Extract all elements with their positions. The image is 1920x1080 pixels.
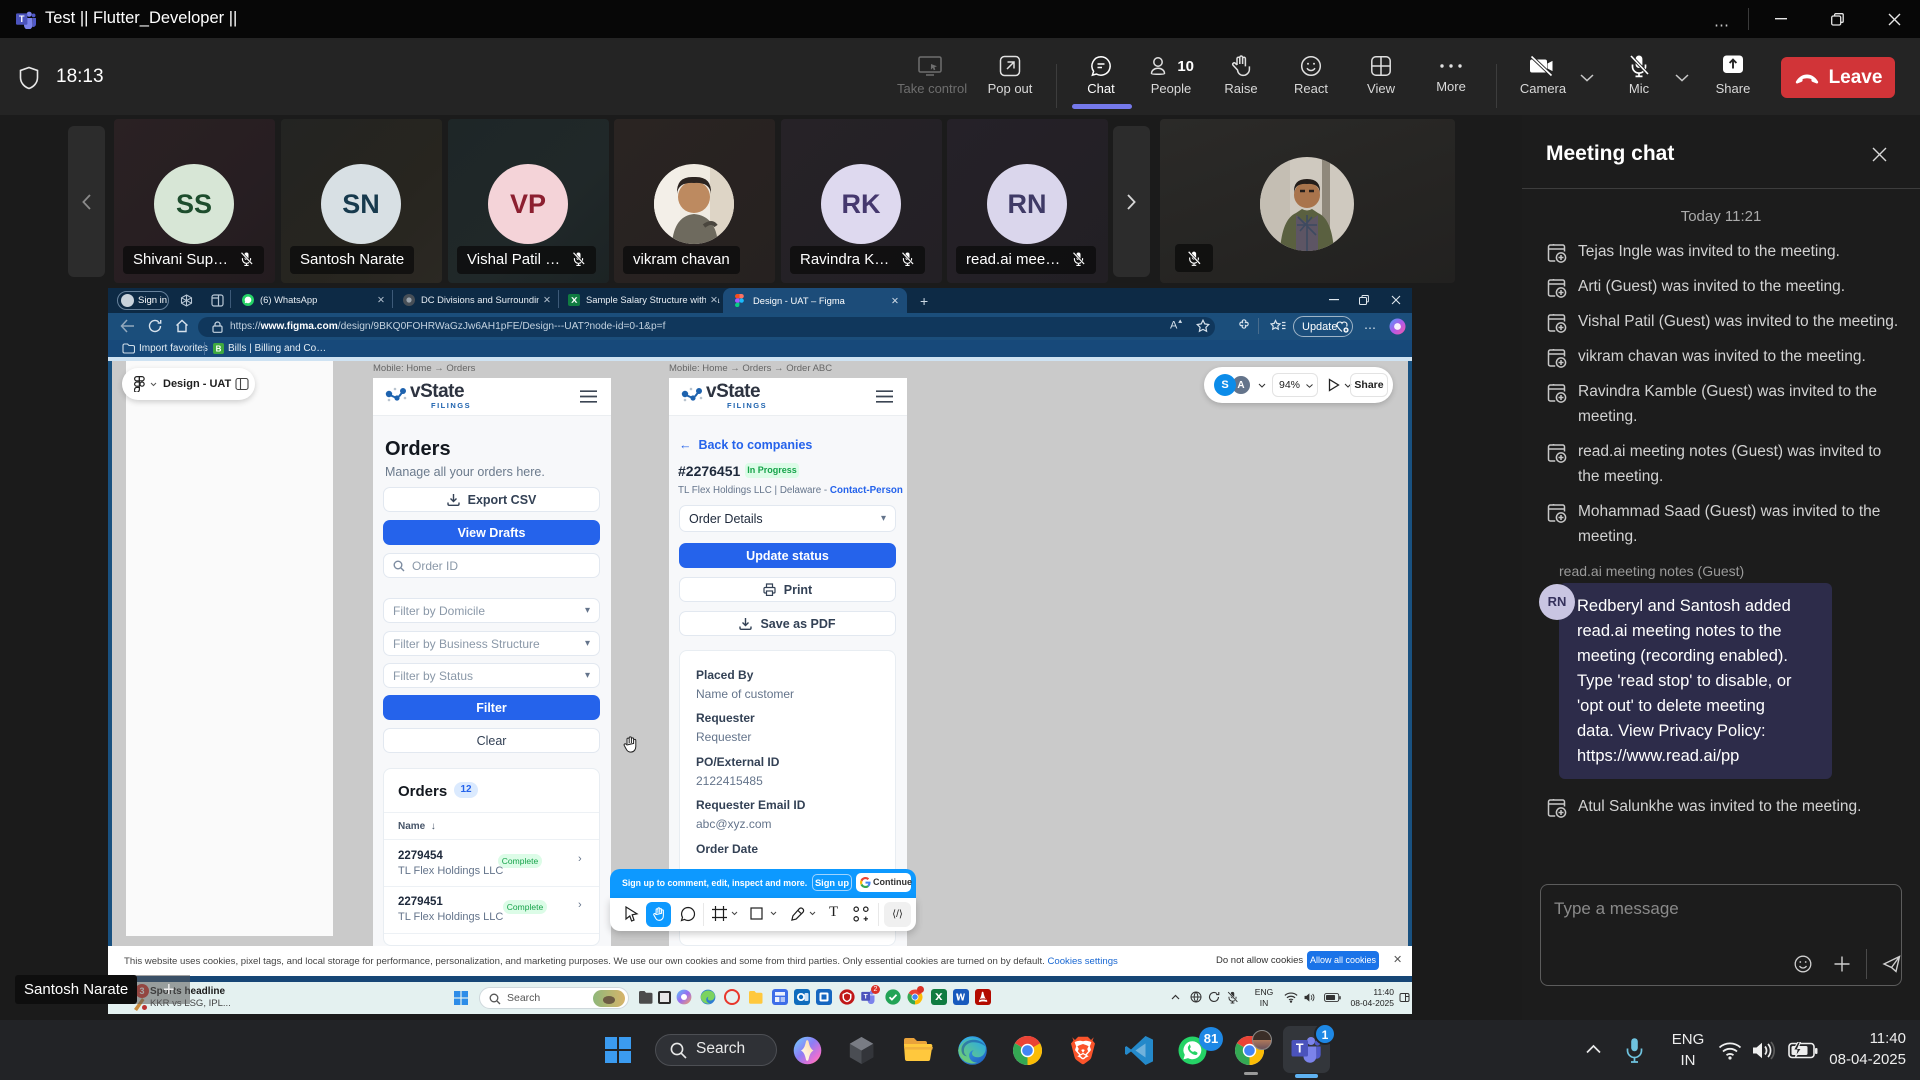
svg-text:T: T — [19, 14, 25, 24]
svg-text:T: T — [1296, 1042, 1304, 1056]
svg-text:B: B — [216, 345, 222, 354]
svg-text:T: T — [864, 994, 868, 1001]
